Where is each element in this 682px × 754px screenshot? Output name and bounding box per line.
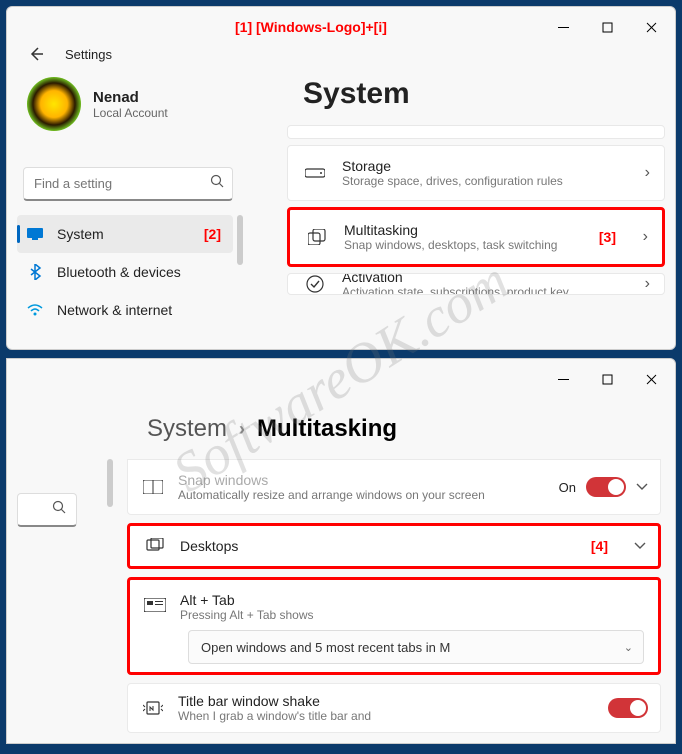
card-subtitle: Snap windows, desktops, task switching [344, 238, 557, 252]
content-list: Storage Storage space, drives, configura… [287, 125, 665, 301]
system-icon [27, 226, 43, 242]
page-title: System [303, 77, 410, 111]
card-subtitle: Storage space, drives, configuration rul… [342, 174, 563, 188]
activation-icon [304, 275, 326, 293]
bluetooth-icon [27, 264, 43, 280]
breadcrumb-parent[interactable]: System [147, 415, 227, 443]
search-icon [52, 500, 66, 519]
shake-toggle[interactable] [608, 698, 648, 718]
chevron-right-icon: › [645, 275, 650, 293]
multitasking-icon [306, 229, 328, 245]
avatar [27, 77, 81, 131]
account-type: Local Account [93, 106, 168, 120]
alttab-dropdown[interactable]: Open windows and 5 most recent tabs in M… [188, 630, 644, 664]
annotation-3: [3] [599, 229, 616, 245]
row-title: Snap windows [178, 472, 485, 488]
card-title: Activation [342, 273, 569, 285]
card-activation[interactable]: Activation Activation state, subscriptio… [287, 273, 665, 295]
titlebar [7, 359, 675, 399]
breadcrumb-current: Multitasking [257, 415, 397, 443]
snap-toggle[interactable] [586, 477, 626, 497]
search-box[interactable] [23, 167, 233, 201]
multitasking-panel: Snap windows Automatically resize and ar… [127, 459, 661, 741]
chevron-right-icon: › [645, 164, 650, 182]
minimize-button[interactable] [541, 11, 585, 43]
search-icon [210, 174, 224, 193]
sidebar-item-bluetooth[interactable]: Bluetooth & devices [17, 253, 233, 291]
sidebar-scrollbar[interactable] [107, 459, 113, 507]
breadcrumb: System › Multitasking [147, 415, 397, 443]
card-partial-top[interactable] [287, 125, 665, 139]
alttab-icon [144, 598, 166, 617]
shake-icon [142, 699, 164, 717]
close-button[interactable] [629, 11, 673, 43]
chevron-down-icon: ⌄ [624, 641, 633, 654]
maximize-button[interactable] [585, 11, 629, 43]
row-subtitle: Automatically resize and arrange windows… [178, 488, 485, 502]
row-snap-windows[interactable]: Snap windows Automatically resize and ar… [127, 459, 661, 515]
chevron-right-icon: › [239, 419, 245, 440]
dropdown-value: Open windows and 5 most recent tabs in M [201, 640, 450, 655]
annotation-4: [4] [591, 538, 608, 554]
row-title-bar-shake[interactable]: Title bar window shake When I grab a win… [127, 683, 661, 733]
app-title: Settings [65, 47, 112, 62]
sidebar-scrollbar[interactable] [237, 215, 243, 265]
sidebar-item-label: Network & internet [57, 302, 172, 318]
card-title: Multitasking [344, 222, 557, 238]
card-storage[interactable]: Storage Storage space, drives, configura… [287, 145, 665, 201]
settings-window-2: System › Multitasking Snap windows Autom… [6, 358, 676, 744]
chevron-right-icon: › [643, 228, 648, 246]
minimize-button[interactable] [541, 363, 585, 395]
sidebar: System [2] Bluetooth & devices Network &… [17, 215, 233, 329]
annotation-2: [2] [204, 226, 221, 242]
toggle-state-label: On [559, 480, 576, 495]
row-title: Title bar window shake [178, 693, 371, 709]
sidebar-item-label: Bluetooth & devices [57, 264, 181, 280]
chevron-down-icon [636, 478, 648, 496]
row-title: Desktops [180, 538, 238, 554]
chevron-down-icon [634, 537, 646, 555]
sidebar-item-label: System [57, 226, 104, 242]
card-multitasking[interactable]: Multitasking Snap windows, desktops, tas… [287, 207, 665, 267]
sidebar-item-system[interactable]: System [2] [17, 215, 233, 253]
row-desktops[interactable]: Desktops [4] [127, 523, 661, 569]
annotation-1: [1] [Windows-Logo]+[i] [235, 19, 387, 35]
user-name: Nenad [93, 89, 168, 106]
close-button[interactable] [629, 363, 673, 395]
search-input[interactable] [34, 176, 210, 191]
desktops-icon [144, 538, 166, 554]
profile[interactable]: Nenad Local Account [27, 77, 168, 131]
storage-icon [304, 167, 326, 179]
wifi-icon [27, 302, 43, 318]
card-subtitle: Activation state, subscriptions, product… [342, 285, 569, 295]
snap-icon [142, 480, 164, 494]
row-subtitle: When I grab a window's title bar and [178, 709, 371, 723]
row-subtitle: Pressing Alt + Tab shows [180, 608, 314, 622]
search-box[interactable] [17, 493, 77, 527]
sidebar-item-network[interactable]: Network & internet [17, 291, 233, 329]
settings-window-1: [1] [Windows-Logo]+[i] Settings Nenad Lo… [6, 6, 676, 350]
row-title: Alt + Tab [180, 592, 314, 608]
back-button[interactable] [27, 45, 45, 68]
row-alt-tab: Alt + Tab Pressing Alt + Tab shows Open … [127, 577, 661, 675]
maximize-button[interactable] [585, 363, 629, 395]
card-title: Storage [342, 158, 563, 174]
